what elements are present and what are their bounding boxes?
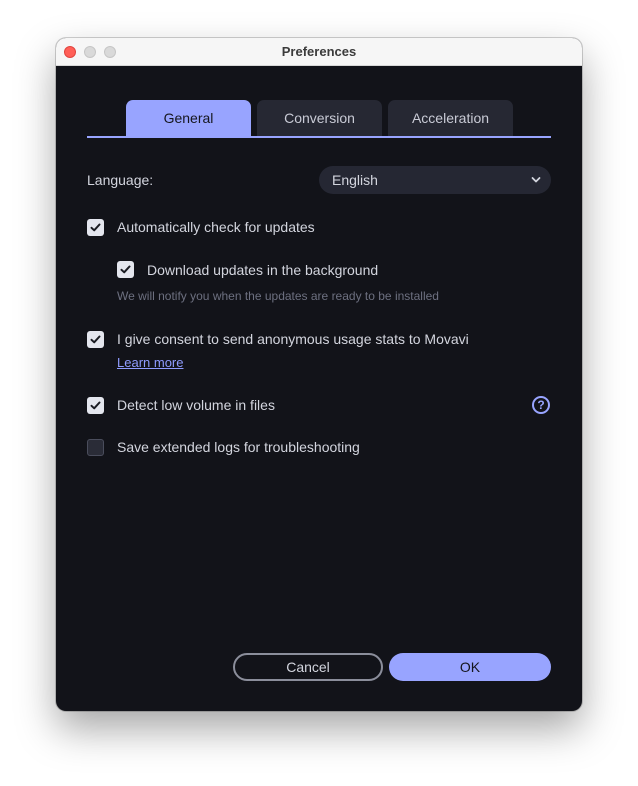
usage-stats-label: I give consent to send anonymous usage s… [117, 331, 469, 347]
tab-general[interactable]: General [126, 100, 251, 136]
question-circle-icon[interactable]: ? [532, 396, 550, 414]
auto-update-label: Automatically check for updates [117, 219, 315, 235]
low-volume-label: Detect low volume in files [117, 397, 275, 413]
tab-conversion[interactable]: Conversion [257, 100, 382, 136]
preferences-window: Preferences General Conversion Accelerat… [56, 38, 582, 711]
auto-update-checkbox[interactable] [87, 219, 104, 236]
tab-bar: General Conversion Acceleration [87, 100, 551, 138]
checkmark-icon [120, 265, 131, 274]
language-select-value: English [332, 172, 378, 188]
low-volume-checkbox[interactable] [87, 397, 104, 414]
checkmark-icon [90, 335, 101, 344]
window-title: Preferences [281, 44, 357, 59]
background-download-label: Download updates in the background [147, 262, 379, 278]
background-download-checkbox[interactable] [117, 261, 134, 278]
checkmark-icon [90, 223, 101, 232]
chevron-down-icon [531, 177, 541, 183]
extended-logs-checkbox[interactable] [87, 439, 104, 456]
background-download-hint: We will notify you when the updates are … [117, 289, 439, 303]
learn-more-link[interactable]: Learn more [117, 355, 183, 370]
title-bar: Preferences [56, 38, 582, 66]
language-select[interactable]: English [319, 166, 551, 194]
tab-acceleration[interactable]: Acceleration [388, 100, 513, 136]
checkmark-icon [90, 401, 101, 410]
ok-button[interactable]: OK [389, 653, 551, 681]
cancel-button[interactable]: Cancel [233, 653, 383, 681]
extended-logs-label: Save extended logs for troubleshooting [117, 439, 360, 455]
usage-stats-checkbox[interactable] [87, 331, 104, 348]
tab-underline [87, 136, 551, 138]
language-label: Language: [87, 172, 154, 188]
